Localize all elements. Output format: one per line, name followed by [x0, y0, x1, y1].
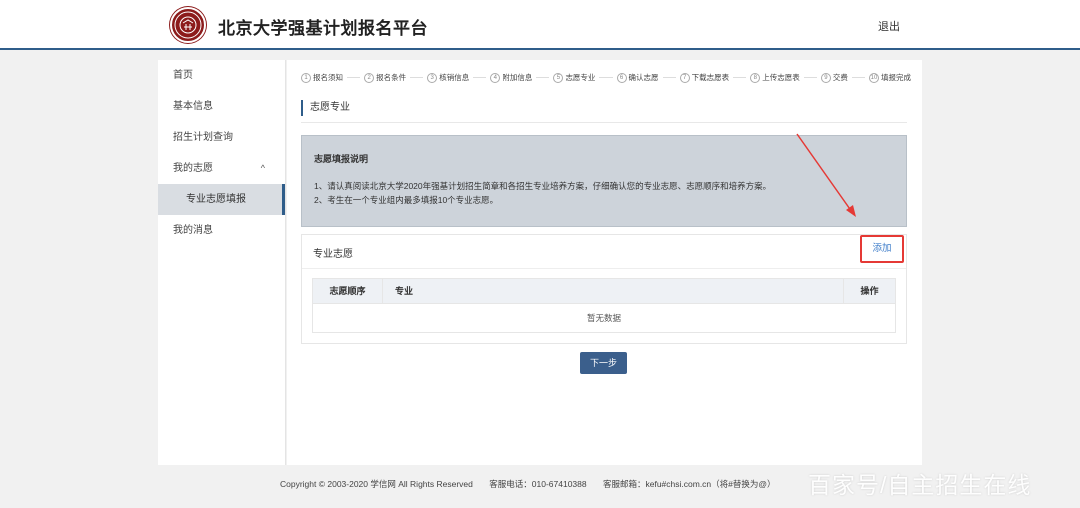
divider	[302, 268, 906, 269]
step-label: 报名条件	[376, 73, 407, 82]
page-title: 志愿专业	[301, 100, 350, 116]
sidebar-item-label: 基本信息	[173, 101, 213, 112]
footer-email: 客服邮箱：kefu#chsi.com.cn（将#替换为@）	[602, 479, 776, 489]
step-label: 下载志愿表	[691, 73, 730, 82]
chevron-up-icon: ^	[260, 163, 265, 173]
notice-line: 2、考生在一个专业组内最多填报10个专业志愿。	[314, 195, 499, 205]
sidebar-item-major-fill[interactable]: 专业志愿填报	[158, 184, 285, 215]
table-header: 志愿顺序 专业 操作	[313, 279, 895, 304]
sidebar-item-label: 首页	[173, 70, 193, 81]
step-1[interactable]: 1 报名须知	[301, 72, 343, 83]
sidebar-item-label: 专业志愿填报	[186, 194, 246, 205]
step-connector	[851, 77, 865, 78]
step-label: 志愿专业	[565, 73, 596, 82]
step-connector	[803, 77, 817, 78]
notice-line: 1、请认真阅读北京大学2020年强基计划招生简章和各招生专业培养方案，仔细确认您…	[314, 181, 772, 191]
sidebar: 首页 基本信息 招生计划查询 我的志愿 ^ 专业志愿填报 我的消息	[158, 60, 286, 465]
step-10[interactable]: 10 填报完成	[868, 72, 911, 83]
column-header-actions: 操作	[843, 279, 895, 303]
footer-phone: 客服电话：010-67410388	[489, 479, 587, 489]
step-number: 3	[427, 72, 438, 83]
sidebar-item-plan-query[interactable]: 招生计划查询	[158, 122, 285, 153]
step-label: 填报完成	[880, 73, 911, 82]
sidebar-item-label: 我的消息	[173, 225, 213, 236]
column-header-major: 专业	[395, 286, 414, 296]
watermark-text: 百家号/自主招生在线	[808, 472, 1032, 498]
column-header-order: 志愿顺序	[313, 279, 383, 303]
major-favorites-panel: 专业志愿 添加 志愿顺序 专业 操作 暂无数据	[301, 234, 907, 344]
step-connector	[473, 77, 487, 78]
notice-title: 志愿填报说明	[314, 154, 369, 164]
next-step-button[interactable]: 下一步	[580, 352, 627, 374]
step-number: 6	[616, 72, 627, 83]
sidebar-item-my-wishes[interactable]: 我的志愿 ^	[158, 153, 285, 184]
sidebar-item-messages[interactable]: 我的消息	[158, 215, 285, 246]
favorites-table: 志愿顺序 专业 操作 暂无数据	[312, 278, 896, 333]
step-number: 1	[301, 72, 311, 83]
step-label: 交费	[832, 73, 848, 82]
step-number: 2	[364, 72, 375, 83]
step-8[interactable]: 8 上传志愿表	[750, 72, 800, 83]
step-number: 8	[750, 72, 761, 83]
progress-steps: 1 报名须知 2 报名条件 3 核销信息 4 附加信息 5 志愿专业 6 确认志愿 7 下载志…	[301, 72, 911, 83]
step-connector	[347, 77, 361, 78]
add-button[interactable]: 添加	[860, 235, 904, 263]
step-7[interactable]: 7 下载志愿表	[679, 72, 730, 83]
logout-link[interactable]: 退出	[878, 18, 900, 34]
table-empty-text: 暂无数据	[586, 313, 621, 323]
step-connector	[662, 77, 676, 78]
step-connector	[410, 77, 424, 78]
step-number: 5	[553, 72, 564, 83]
sidebar-item-label: 招生计划查询	[173, 132, 233, 143]
step-label: 上传志愿表	[762, 73, 800, 82]
step-3[interactable]: 3 核销信息	[427, 72, 469, 83]
step-connector	[599, 77, 613, 78]
step-number: 10	[868, 72, 879, 83]
step-label: 报名须知	[313, 73, 343, 82]
step-connector	[733, 77, 747, 78]
step-4[interactable]: 4 附加信息	[490, 72, 532, 83]
top-header: 北京大学强基计划报名平台 退出	[0, 0, 1080, 50]
step-number: 9	[820, 72, 831, 83]
panel-title: 专业志愿	[313, 249, 353, 260]
notice-box: 志愿填报说明 1、请认真阅读北京大学2020年强基计划招生简章和各招生专业培养方…	[301, 135, 907, 227]
footer-copyright: Copyright © 2003-2020 学信网 All Rights Res…	[280, 479, 473, 489]
divider	[301, 122, 907, 123]
sidebar-item-label: 我的志愿	[173, 163, 213, 174]
step-9[interactable]: 9 交费	[820, 72, 848, 83]
step-number: 7	[679, 72, 690, 83]
main-panel: 1 报名须知 2 报名条件 3 核销信息 4 附加信息 5 志愿专业 6 确认志愿 7 下载志…	[287, 60, 922, 465]
step-label: 核销信息	[439, 73, 470, 82]
pku-logo-icon	[170, 7, 206, 43]
step-5[interactable]: 5 志愿专业	[553, 72, 595, 83]
sidebar-item-basic-info[interactable]: 基本信息	[158, 91, 285, 122]
step-2[interactable]: 2 报名条件	[364, 72, 406, 83]
sidebar-item-home[interactable]: 首页	[158, 60, 285, 91]
site-title: 北京大学强基计划报名平台	[218, 19, 428, 38]
step-label: 确认志愿	[628, 73, 659, 82]
step-number: 4	[490, 72, 501, 83]
step-6[interactable]: 6 确认志愿	[616, 72, 659, 83]
step-connector	[536, 77, 550, 78]
step-label: 附加信息	[502, 73, 533, 82]
